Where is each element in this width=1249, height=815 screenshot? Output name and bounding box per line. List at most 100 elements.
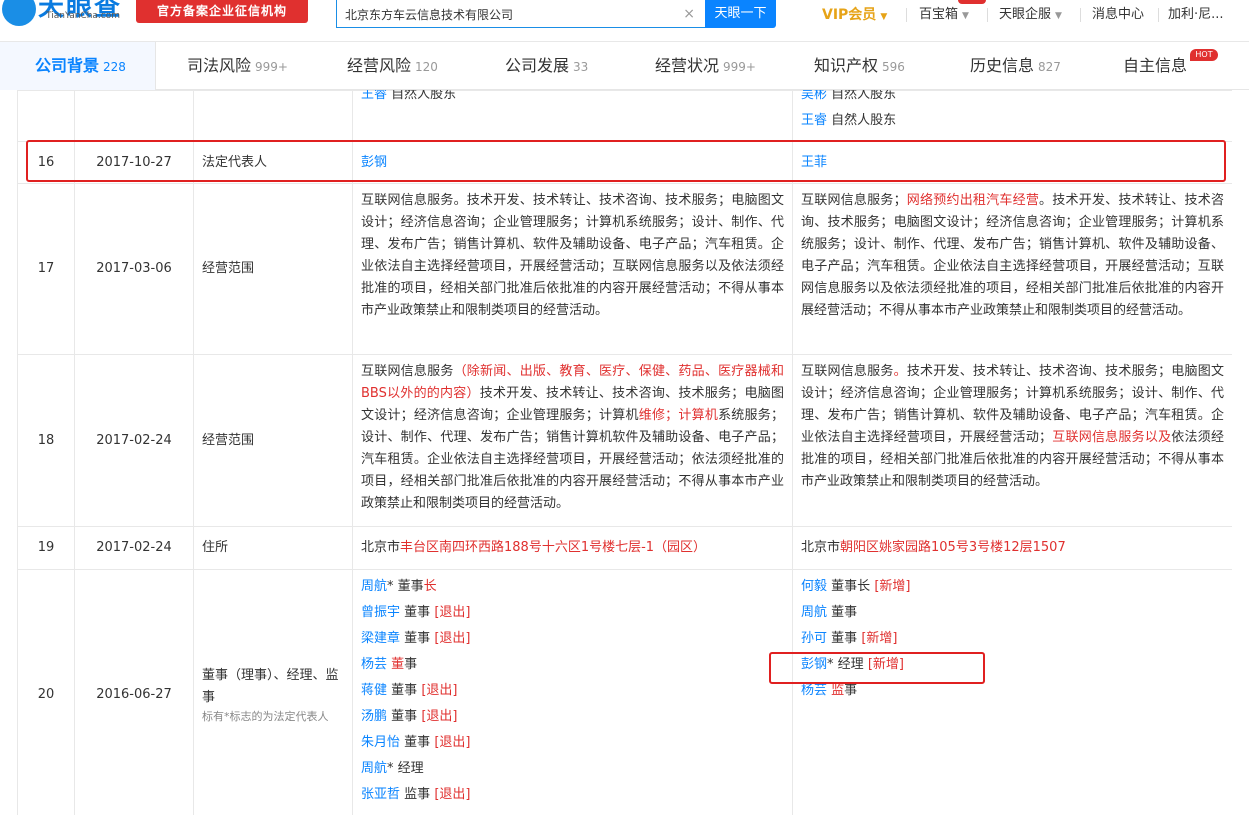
person-link[interactable]: 周航 [361, 579, 387, 594]
tab-self-info[interactable]: 自主信息 [1123, 42, 1187, 90]
tab-company-development[interactable]: 公司发展 33 [505, 42, 588, 90]
caret-down-icon: ▼ [962, 11, 969, 21]
nav-divider [1080, 8, 1081, 22]
before-cell: 北京市丰台区南四环西路188号十六区1号楼七层-1（园区） [352, 526, 793, 570]
tab-label: 公司背景 [35, 56, 100, 75]
person-link[interactable]: 周航 [361, 761, 387, 776]
after-cell: 北京市朝阳区姚家园路105号3号楼12层1507 [792, 526, 1232, 570]
tab-label: 经营风险 [347, 56, 412, 75]
change-item: 经营范围 [193, 354, 353, 527]
search-box: × [336, 0, 706, 28]
role-text: 董事长 [831, 579, 871, 594]
role-text: 事 [404, 657, 418, 672]
search-button[interactable]: 天眼一下 [705, 0, 776, 28]
message-center-link[interactable]: 消息中心 [1092, 6, 1144, 24]
user-menu[interactable]: 加利·尼... [1168, 6, 1224, 24]
change-item: 经营范围 [193, 183, 353, 355]
changed-text: 维修；计算机 [638, 408, 719, 423]
row-index: 19 [17, 526, 75, 570]
status-tag: [退出] [434, 605, 471, 620]
person-link[interactable]: 王菲 [801, 155, 827, 170]
top-bar: 天眼查 TianYanCha.com 官方备案企业征信机构 × 天眼一下 VIP… [0, 0, 1249, 42]
tab-count: 120 [415, 60, 438, 74]
row-index: 17 [17, 183, 75, 355]
role-text: 监事 [404, 787, 431, 802]
person-link[interactable]: 蒋健 [361, 683, 387, 698]
role-text: 董事 [404, 605, 431, 620]
person-link[interactable]: 周航 [801, 605, 827, 620]
person-link[interactable]: 彭钢 [801, 657, 827, 672]
person-link[interactable]: 梁建章 [361, 631, 400, 646]
person-link[interactable]: 彭钢 [361, 155, 387, 170]
before-cell: 互联网信息服务。技术开发、技术转让、技术咨询、技术服务；电脑图文设计；经济信息咨… [352, 183, 793, 355]
changed-role-text: 长 [423, 579, 437, 594]
row-index: 18 [17, 354, 75, 527]
person-link[interactable]: 孙可 [801, 631, 827, 646]
role-text: 自然人股东 [831, 90, 897, 102]
changed-role-text: 董 [391, 657, 405, 672]
status-tag: [退出] [421, 683, 458, 698]
change-date: 2017-10-27 [74, 141, 194, 184]
role-text: 事 [844, 683, 858, 698]
vip-menu[interactable]: VIP会员 ▼ [822, 6, 887, 24]
row-index: 20 [17, 569, 75, 815]
change-date: 2017-02-24 [74, 526, 194, 570]
toolbox-menu[interactable]: 百宝箱 ▼ [919, 6, 969, 24]
caret-down-icon: ▼ [1055, 11, 1062, 21]
role-text: 董事 [831, 631, 858, 646]
tab-business-risk[interactable]: 经营风险 120 [347, 42, 438, 90]
person-link[interactable]: 王睿 [801, 113, 827, 128]
list-item: 周航* 经理 [361, 756, 784, 782]
after-cell: 何毅 董事长 [新增] 周航 董事 孙可 董事 [新增] 彭钢* 经理 [新增]… [792, 569, 1232, 815]
notification-dot [958, 0, 986, 4]
person-link[interactable]: 何毅 [801, 579, 827, 594]
person-link[interactable]: 杨芸 [801, 683, 827, 698]
list-item: 梁建章 董事 [退出] [361, 626, 784, 652]
tab-count: 827 [1038, 60, 1061, 74]
tab-operating-status[interactable]: 经营状况 999+ [655, 42, 756, 90]
change-date: 2017-02-24 [74, 354, 194, 527]
search-input[interactable] [345, 4, 675, 24]
person-link[interactable]: 张亚哲 [361, 787, 400, 802]
scope-text: 互联网信息服务； [801, 193, 907, 208]
list-item: 朱月怡 董事 [退出] [361, 730, 784, 756]
person-link[interactable]: 王睿 [361, 90, 387, 102]
enterprise-service-menu[interactable]: 天眼企服 ▼ [999, 6, 1062, 24]
tianyancha-logo[interactable]: 天眼查 TianYanCha.com [2, 0, 130, 26]
after-cell: 吴彬 自然人股东 王睿 自然人股东 [792, 90, 1232, 142]
person-link[interactable]: 曾振宇 [361, 605, 400, 620]
tab-count: 999+ [723, 60, 756, 74]
scope-text: 。技术开发、技术转让、技术咨询、技术服务；电脑图文设计；经济信息咨询；企业管理服… [801, 193, 1224, 318]
tab-judicial-risk[interactable]: 司法风险 999+ [187, 42, 288, 90]
person-link[interactable]: 杨芸 [361, 657, 387, 672]
list-item: 张亚哲 监事 [退出] [361, 782, 784, 808]
status-tag: [新增] [861, 631, 898, 646]
tab-label: 历史信息 [970, 56, 1035, 75]
after-cell: 互联网信息服务。技术开发、技术转让、技术咨询、技术服务；电脑图文设计；经济信息咨… [792, 354, 1232, 527]
clear-icon[interactable]: × [683, 5, 695, 23]
enterprise-service-label: 天眼企服 [999, 7, 1052, 22]
nav-divider [987, 8, 988, 22]
legal-rep-note: 标有*标志的为法定代表人 [202, 709, 329, 723]
address-text: 北京市 [361, 540, 401, 555]
person-link[interactable]: 朱月怡 [361, 735, 400, 750]
person-link[interactable]: 汤鹏 [361, 709, 387, 724]
change-date: 2017-03-06 [74, 183, 194, 355]
role-text: 董事 [397, 579, 424, 594]
certification-badge: 官方备案企业征信机构 [136, 0, 308, 23]
table-row: 17 2017-03-06 经营范围 互联网信息服务。技术开发、技术转让、技术咨… [17, 183, 1232, 355]
tab-intellectual-property[interactable]: 知识产权 596 [814, 42, 905, 90]
change-item: 董事（理事）、经理、监事 [202, 667, 339, 705]
role-text: 经理 [837, 657, 864, 672]
tab-history[interactable]: 历史信息 827 [970, 42, 1061, 90]
role-text: 自然人股东 [391, 90, 457, 102]
address-text: 北京市 [801, 540, 841, 555]
scope-text: 互联网信息服务 [801, 364, 894, 379]
legal-rep-star: * [387, 579, 394, 594]
person-link[interactable]: 吴彬 [801, 90, 827, 102]
tab-company-background[interactable]: 公司背景 228 [35, 42, 126, 90]
after-cell: 互联网信息服务；网络预约出租汽车经营。技术开发、技术转让、技术咨询、技术服务；电… [792, 183, 1232, 355]
table-row: 19 2017-02-24 住所 北京市丰台区南四环西路188号十六区1号楼七层… [17, 526, 1232, 570]
table-row: 16 2017-10-27 法定代表人 彭钢 王菲 [17, 141, 1232, 184]
change-item-cell: 董事（理事）、经理、监事 标有*标志的为法定代表人 [193, 569, 353, 815]
